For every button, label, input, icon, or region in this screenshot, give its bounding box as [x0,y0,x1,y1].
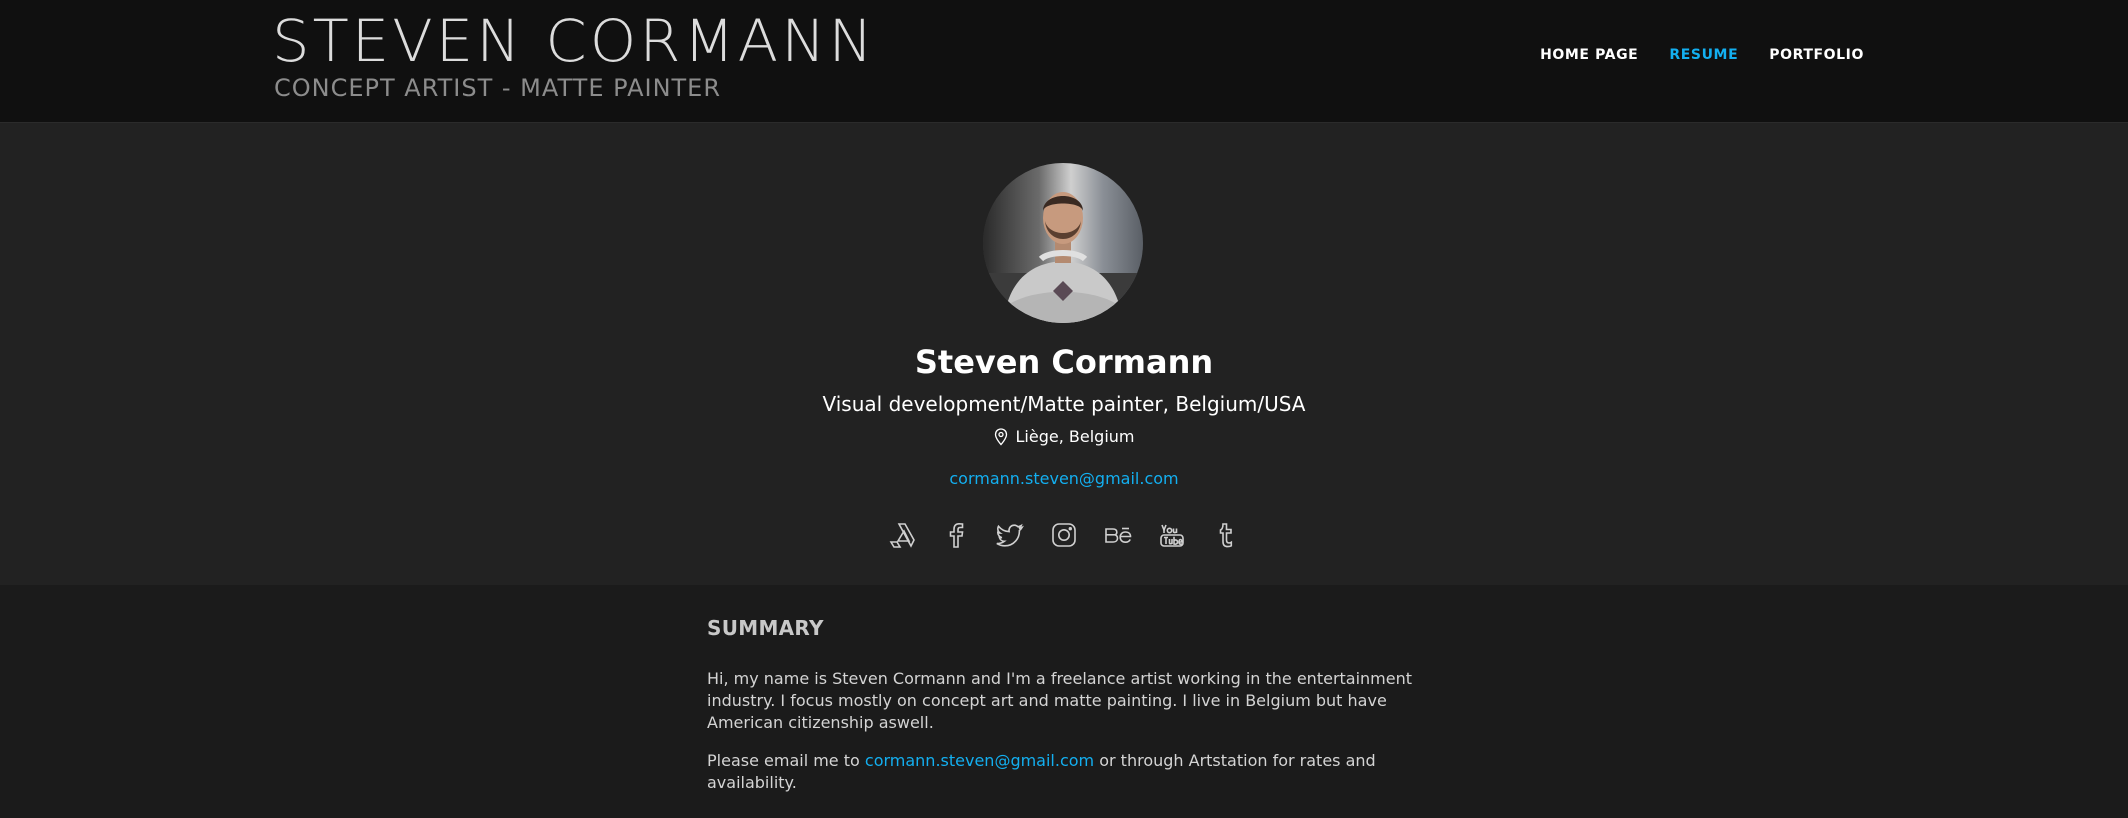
site-header: STEVEN CORMANN CONCEPT ARTIST - MATTE PA… [0,0,2128,123]
logo-title: STEVEN CORMANN [272,7,876,75]
facebook-icon[interactable] [940,519,972,551]
summary-email-link[interactable]: cormann.steven@gmail.com [865,751,1094,770]
logo-subtitle: CONCEPT ARTIST - MATTE PAINTER [274,74,722,102]
nav-resume[interactable]: RESUME [1669,46,1738,64]
avatar [983,163,1143,323]
profile-email-link[interactable]: cormann.steven@gmail.com [0,469,2128,489]
youtube-icon[interactable] [1156,519,1188,551]
behance-icon[interactable] [1102,519,1134,551]
summary-section: SUMMARY Hi, my name is Steven Cormann an… [707,616,1427,810]
profile-headline: Visual development/Matte painter, Belgiu… [822,392,1306,416]
summary-paragraph-1: Hi, my name is Steven Cormann and I'm a … [707,669,1413,732]
social-links [0,519,2128,551]
nav-portfolio[interactable]: PORTFOLIO [1769,46,1864,64]
site-logo[interactable]: STEVEN CORMANN CONCEPT ARTIST - MATTE PA… [272,10,873,102]
location-text: Liège, Belgium [1015,427,1135,446]
profile-name: Steven Cormann [914,343,1214,381]
artstation-icon[interactable] [886,519,918,551]
main-nav: HOME PAGE RESUME PORTFOLIO [1540,46,1864,64]
instagram-icon[interactable] [1048,519,1080,551]
profile-location: Liège, Belgium [0,427,2128,447]
map-pin-icon [994,428,1008,446]
summary-title: SUMMARY [707,616,824,640]
nav-home-page[interactable]: HOME PAGE [1540,46,1638,64]
tumblr-icon[interactable] [1210,519,1242,551]
summary-paragraph-2: Please email me to cormann.steven@gmail.… [707,750,1427,794]
profile-section: Steven Cormann Visual development/Matte … [0,123,2128,585]
summary-text-prefix: Please email me to [707,751,865,770]
twitter-icon[interactable] [994,519,1026,551]
